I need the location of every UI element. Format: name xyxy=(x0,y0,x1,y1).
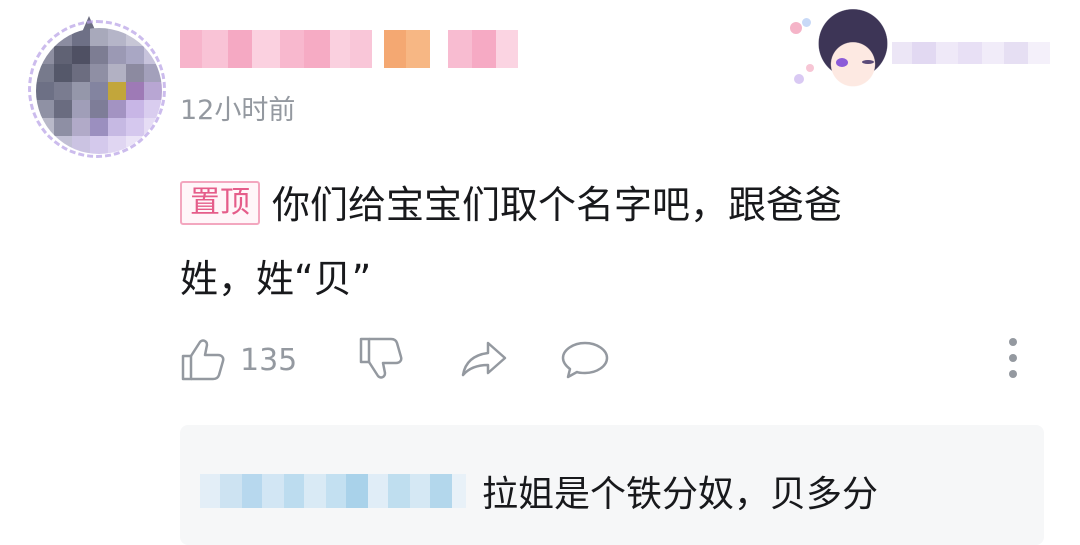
comment-bubble-icon xyxy=(561,341,609,379)
comment-text-line2: 姓，姓“贝” xyxy=(180,257,372,301)
comment-text-line1: 你们给宝宝们取个名字吧，跟爸爸 xyxy=(272,183,843,227)
avatar-frame xyxy=(28,20,166,158)
more-options-button[interactable] xyxy=(1006,336,1020,380)
like-button[interactable]: 135 xyxy=(180,338,297,382)
more-vertical-icon xyxy=(1009,338,1017,378)
thumbs-up-icon xyxy=(181,339,225,381)
like-count: 135 xyxy=(240,342,298,378)
comment-action-bar: 135 xyxy=(180,328,1040,388)
user-avatar[interactable] xyxy=(18,8,168,158)
reply-preview-line: 拉姐是个铁分奴，贝多分 xyxy=(200,465,878,517)
username-obscured[interactable] xyxy=(180,30,518,70)
badge-text-obscured xyxy=(892,42,1050,64)
share-button[interactable] xyxy=(460,340,508,378)
comment-content[interactable]: 置顶 你们给宝宝们取个名字吧，跟爸爸 姓，姓“贝” xyxy=(180,168,980,316)
reply-preview-box[interactable]: 拉姐是个铁分奴，贝多分 xyxy=(180,425,1044,545)
reply-button[interactable] xyxy=(560,340,610,380)
badge-character-image xyxy=(810,6,896,100)
thumbs-down-icon xyxy=(359,337,403,379)
pinned-tag: 置顶 xyxy=(180,181,260,225)
reply-text: 拉姐是个铁分奴，贝多分 xyxy=(482,474,879,515)
comment-timestamp: 12小时前 xyxy=(180,95,296,126)
share-arrow-icon xyxy=(461,341,507,377)
reply-username-obscured xyxy=(200,474,466,508)
fan-badge-decoration xyxy=(782,4,1072,104)
dislike-button[interactable] xyxy=(358,336,404,380)
